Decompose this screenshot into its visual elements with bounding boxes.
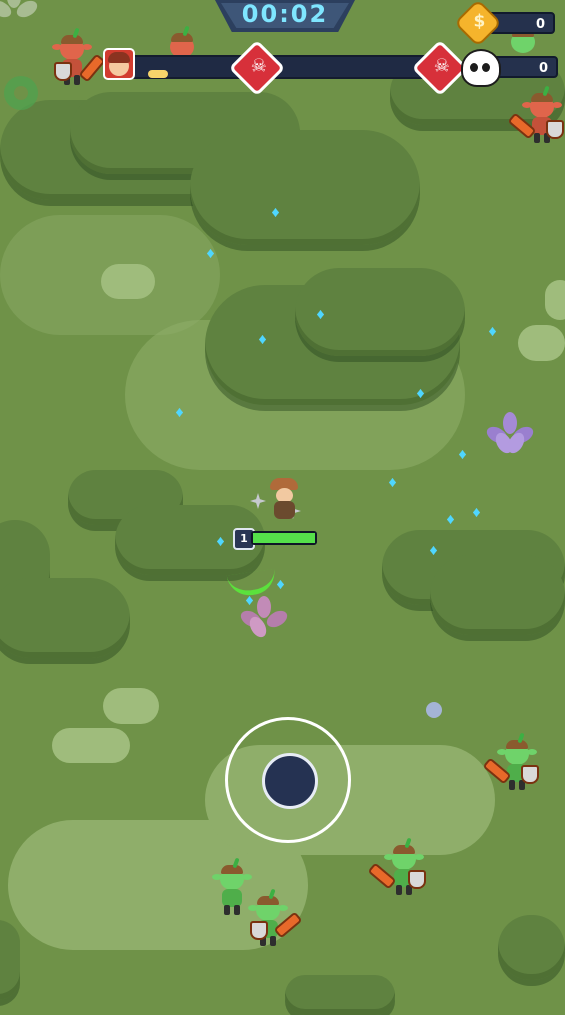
xp-gem — [447, 515, 454, 524]
red-goblin-enemy — [507, 85, 564, 144]
player-character — [266, 478, 302, 522]
xp-gem — [389, 478, 396, 487]
player-health-bar — [251, 531, 317, 545]
purple-flower — [483, 412, 537, 457]
stage-progress-bar — [128, 55, 450, 79]
bush — [498, 915, 565, 980]
timer-text: 00:02 — [241, 0, 329, 28]
xp-gem — [473, 508, 480, 517]
joystick-knob[interactable] — [262, 753, 318, 809]
green-goblin-enemy — [367, 837, 426, 896]
bush — [430, 555, 565, 635]
bush — [285, 975, 395, 1015]
white-flower — [0, 0, 41, 30]
green-goblin-enemy — [482, 732, 539, 791]
shuriken-projectile — [250, 493, 266, 509]
timer-frame: 00:02 — [215, 0, 355, 32]
rock — [101, 264, 155, 299]
bush — [0, 578, 130, 658]
avatar-level-pill — [148, 70, 168, 78]
green-goblin-enemy — [248, 888, 303, 947]
player-health-fill — [253, 533, 315, 543]
green-goblin-enemy — [212, 857, 252, 916]
bush — [190, 130, 420, 245]
skull-icon — [461, 49, 501, 87]
rock — [545, 280, 565, 320]
xp-gem — [489, 327, 496, 336]
rock — [52, 728, 130, 763]
rock — [518, 325, 565, 361]
bush — [0, 920, 20, 1000]
small-flower — [426, 702, 442, 718]
xp-gem — [459, 450, 466, 459]
rock — [103, 688, 159, 724]
player-avatar — [103, 48, 135, 80]
red-goblin-enemy — [52, 27, 106, 86]
pink-flower — [237, 596, 291, 641]
settings-gear-icon[interactable] — [4, 76, 38, 110]
xp-gem — [277, 580, 284, 589]
game-world: 1 — [0, 0, 565, 1015]
